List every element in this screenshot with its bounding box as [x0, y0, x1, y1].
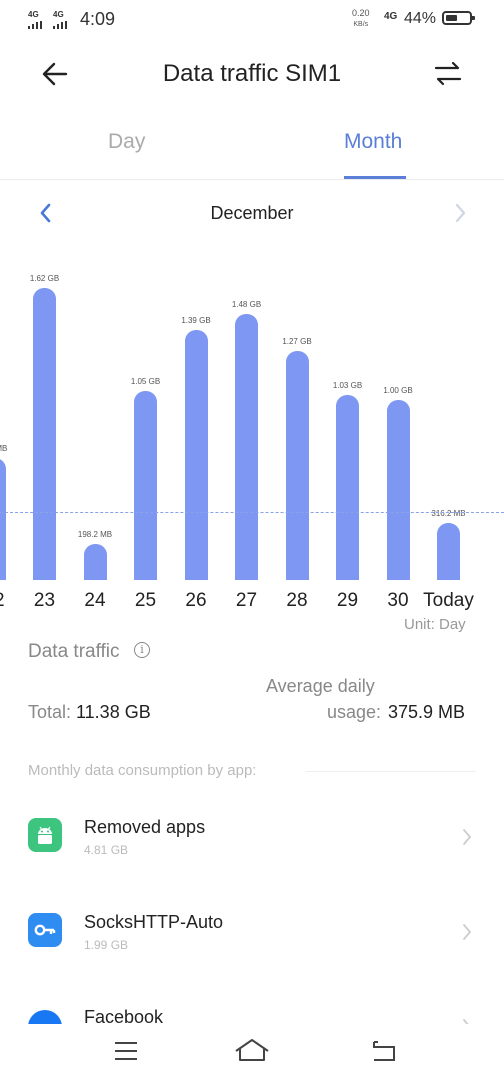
recent-apps-button[interactable]	[106, 1036, 146, 1066]
next-month-button[interactable]	[448, 199, 472, 227]
apps-section-title: Monthly data consumption by app:	[28, 762, 257, 779]
menu-icon	[115, 1042, 137, 1060]
chart-bar[interactable]	[235, 313, 258, 580]
chart-data-label: 1.27 GB	[282, 337, 312, 347]
network-speed: 0.20 KB/s	[352, 8, 370, 30]
battery-percentage: 44%	[404, 10, 437, 27]
chevron-right-icon	[463, 924, 472, 940]
home-button[interactable]	[232, 1036, 272, 1066]
key-icon	[28, 913, 62, 947]
tab-day[interactable]: Day	[108, 130, 145, 154]
chevron-right-icon	[463, 829, 472, 845]
mobile-data-icon: 4G	[384, 11, 398, 22]
average-value: 375.9 MB	[388, 702, 466, 722]
total-value: 11.38 GB	[76, 702, 151, 722]
chart-data-label: 1.48 GB	[231, 299, 262, 309]
daily-usage-chart[interactable]: …0 MB221.62 GB23198.2 MB241.05 GB251.39 …	[0, 240, 504, 640]
network-speed-unit: KB/s	[353, 21, 369, 28]
chart-x-label: Today	[423, 590, 474, 611]
chart-bar[interactable]	[386, 400, 410, 580]
chart-bar[interactable]	[33, 288, 56, 580]
total-label: Total:	[28, 702, 72, 722]
chevron-right-icon	[463, 1019, 469, 1024]
battery-icon	[442, 11, 475, 25]
app-name: SocksHTTP-Auto	[84, 912, 224, 932]
sim2-signal-icon	[53, 21, 68, 29]
app-usage: 4.81 GB	[84, 843, 129, 857]
app-usage: 1.99 GB	[84, 938, 129, 952]
chart-data-label: 316.2 MB	[431, 509, 466, 519]
chart-data-label: 1.62 GB	[29, 274, 60, 284]
average-line	[0, 512, 504, 514]
chart-data-label: …0 MB	[0, 443, 8, 453]
chevron-right-icon	[455, 203, 466, 223]
app-row-sockshttp-auto[interactable]: SocksHTTP-Auto 1.99 GB	[0, 895, 504, 975]
home-icon	[235, 1039, 269, 1061]
average-label-suffix: usage:	[327, 702, 382, 722]
month-label: December	[210, 203, 294, 223]
chart-data-label: 198.2 MB	[77, 530, 113, 540]
swap-arrows-icon	[434, 61, 462, 86]
switch-sim-button[interactable]	[428, 56, 468, 92]
chart-bar[interactable]	[285, 351, 309, 580]
chart-bar[interactable]	[437, 523, 460, 580]
status-bar: 4G 4G 4:09 0.20 KB/s 4G 44%	[0, 0, 504, 40]
info-icon[interactable]: i	[134, 642, 150, 658]
sim1-signal-icon	[28, 21, 43, 29]
facebook-icon	[28, 1010, 62, 1024]
app-name: Facebook	[84, 1007, 164, 1024]
clock: 4:09	[80, 9, 116, 29]
chart-bar[interactable]	[0, 457, 6, 580]
tab-month[interactable]: Month	[344, 130, 402, 154]
average-label: Average daily	[266, 676, 375, 696]
app-name: Removed apps	[84, 817, 206, 837]
chart-data-label: 1.39 GB	[181, 315, 211, 325]
sim2-network-type: 4G	[53, 10, 64, 19]
chart-bar[interactable]	[134, 391, 157, 580]
chart-bar[interactable]	[184, 329, 208, 580]
back-nav-button[interactable]	[364, 1036, 404, 1066]
system-nav-bar	[0, 1024, 504, 1080]
app-row-removed-apps[interactable]: Removed apps 4.81 GB	[0, 800, 504, 880]
sim1-network-type: 4G	[28, 10, 39, 19]
chart-bar[interactable]	[83, 544, 107, 580]
data-traffic-title: Data traffic	[28, 641, 120, 662]
tabs-divider	[0, 179, 504, 180]
chart-unit-label: Unit: Day	[404, 616, 466, 633]
network-speed-value: 0.20	[352, 8, 370, 18]
back-icon	[373, 1041, 395, 1061]
android-icon	[28, 818, 62, 852]
chart-bar[interactable]	[336, 394, 359, 580]
chart-data-label: 1.00 GB	[383, 386, 413, 395]
section-divider	[306, 771, 476, 772]
chart-data-label: 1.05 GB	[130, 377, 161, 386]
app-row-facebook[interactable]: Facebook	[0, 990, 504, 1024]
